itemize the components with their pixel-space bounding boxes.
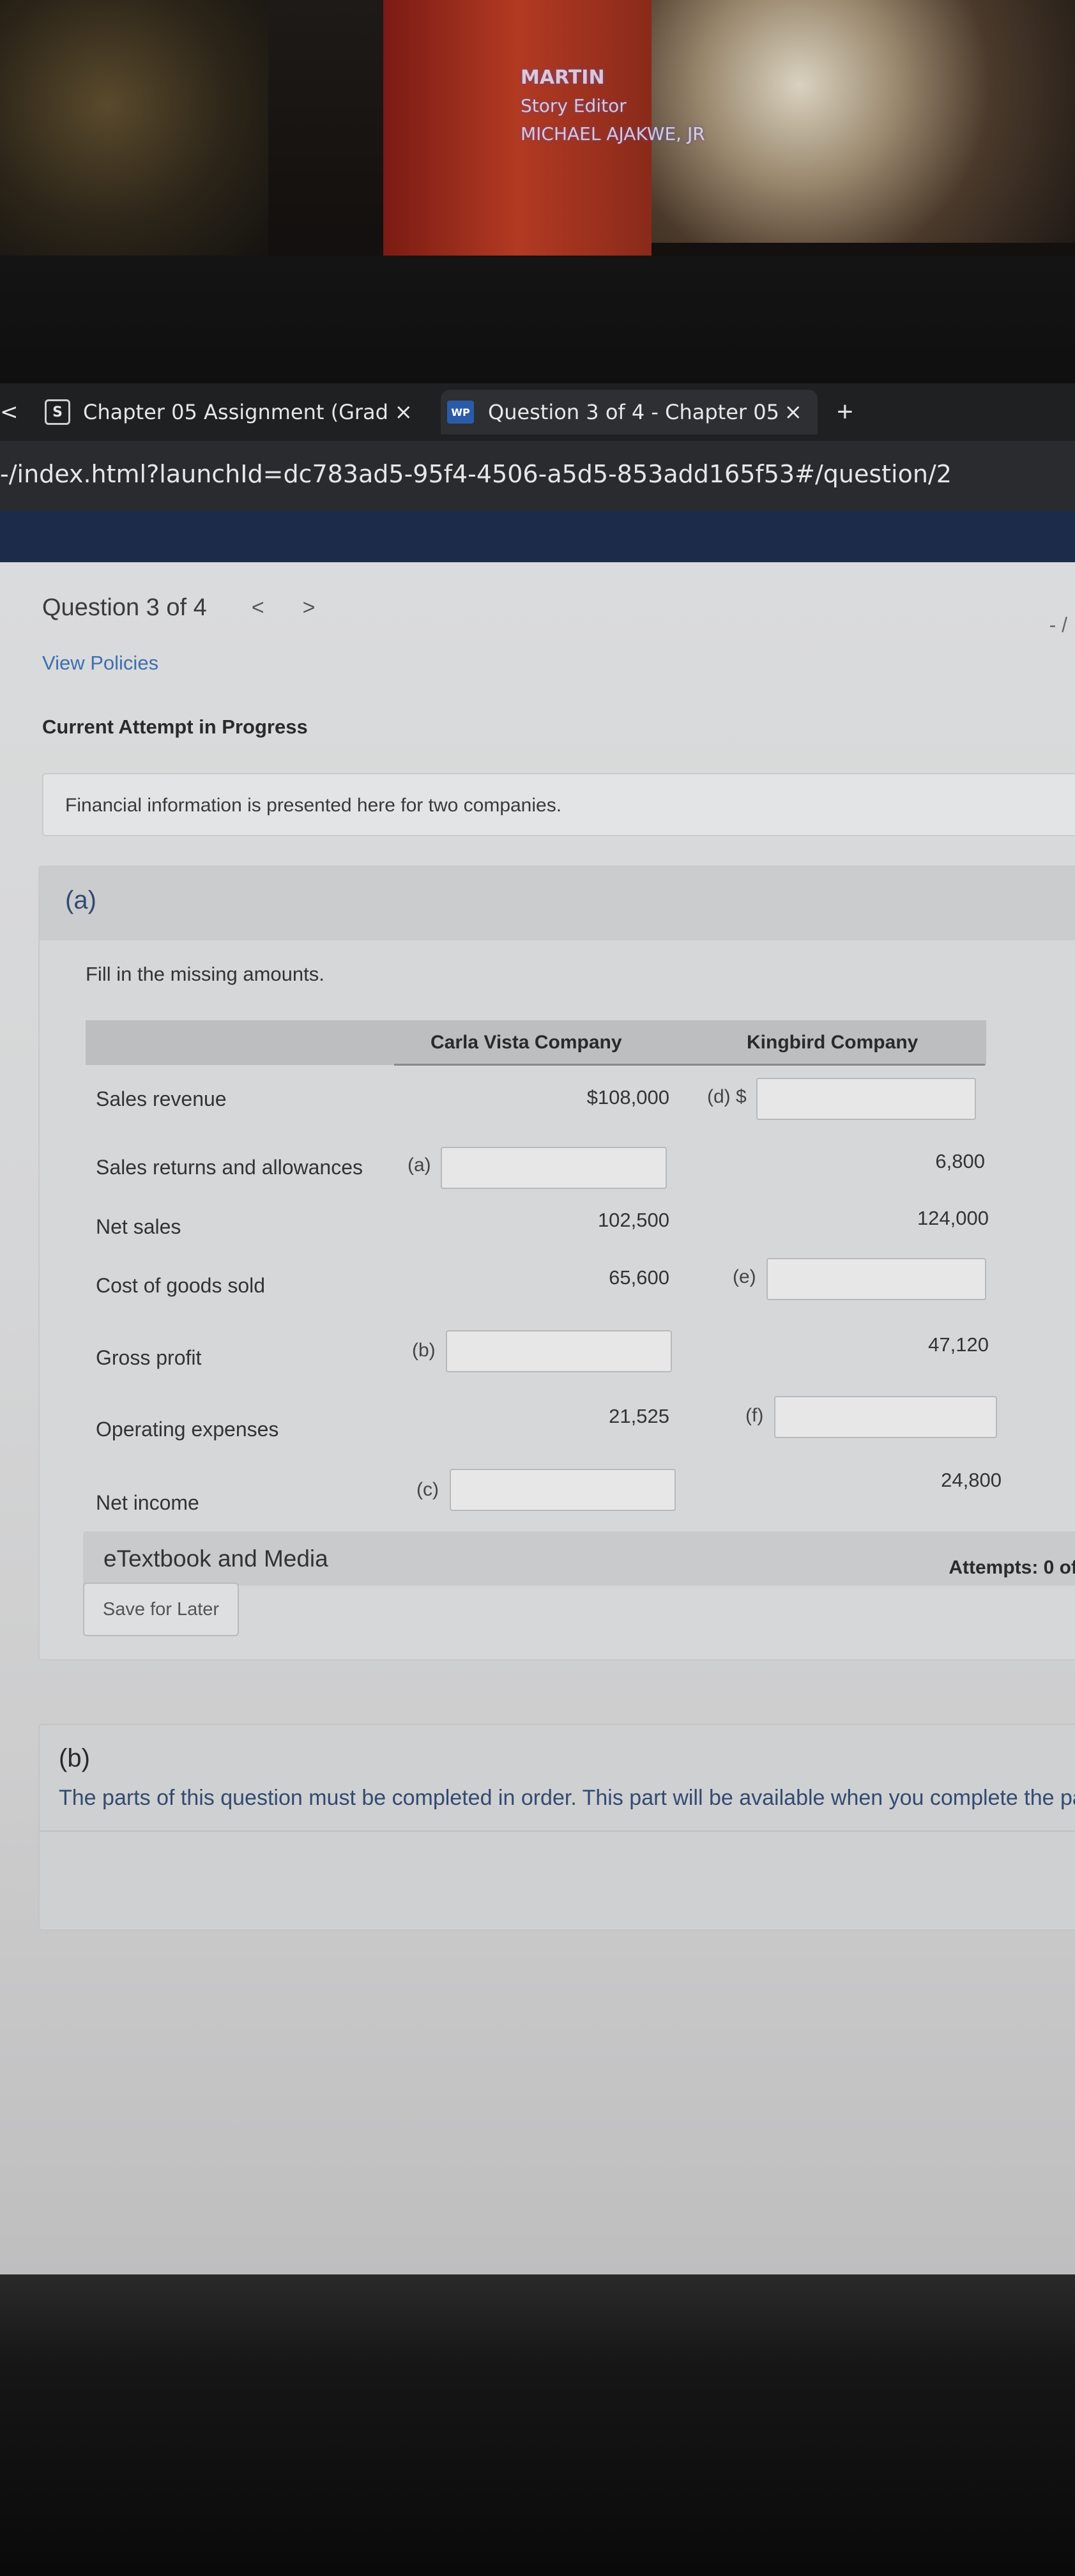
col-underline-carla [394, 1064, 701, 1066]
attempt-status: Current Attempt in Progress [42, 716, 308, 738]
tab-question[interactable]: WP Question 3 of 4 - Chapter 05 × [441, 390, 818, 434]
desk-surface [0, 2274, 1075, 2576]
row-label-sales-revenue: Sales revenue [96, 1087, 227, 1110]
close-icon[interactable]: × [784, 399, 803, 425]
monitor-bezel [0, 256, 1075, 390]
address-bar[interactable]: -/index.html?launchId=dc783ad5-95f4-4506… [0, 441, 1075, 515]
tab-chapter-assignment[interactable]: S Chapter 05 Assignment (Grad × [45, 390, 428, 434]
browser-tab-bar: < S Chapter 05 Assignment (Grad × WP Que… [0, 383, 1075, 441]
input-d-sales-revenue[interactable] [756, 1078, 976, 1120]
input-a-sales-returns[interactable] [441, 1147, 667, 1189]
save-for-later-button[interactable]: Save for Later [83, 1583, 239, 1636]
part-b-panel: (b) The parts of this question must be c… [38, 1724, 1075, 1931]
etextbook-label: eTextbook and Media [103, 1545, 328, 1572]
input-c-net-income[interactable] [450, 1469, 676, 1511]
input-label-b: (b) [412, 1340, 436, 1361]
prev-question-icon[interactable]: < [252, 595, 264, 620]
table-header: Carla Vista Company Kingbird Company [86, 1020, 986, 1065]
col-carla-vista: Carla Vista Company [431, 1032, 622, 1053]
wileyplus-icon: WP [447, 401, 474, 424]
tv-scene-left [0, 0, 268, 262]
input-e-cogs[interactable] [766, 1258, 986, 1300]
tv-scene-art [652, 0, 1075, 243]
row-label-net-income: Net income [96, 1491, 199, 1514]
input-label-c: (c) [416, 1479, 439, 1500]
input-label-f: (f) [745, 1405, 764, 1426]
next-question-icon[interactable]: > [303, 595, 316, 620]
info-text: Financial information is presented here … [65, 795, 562, 816]
tv-credits: MARTIN Story Editor MICHAEL AJAKWE, JR [521, 64, 705, 148]
tab-label: Question 3 of 4 - Chapter 05 [488, 400, 779, 424]
kingbird-net-income: 24,800 [941, 1469, 1002, 1491]
view-policies-link[interactable]: View Policies [42, 652, 158, 675]
part-a-panel: (a) Fill in the missing amounts. Carla V… [38, 866, 1075, 1660]
s-logo-icon: S [45, 399, 70, 425]
part-a-header: (a) [40, 867, 1075, 940]
col-underline-kingbird [698, 1064, 985, 1066]
question-number: Question 3 of 4 [42, 594, 207, 621]
close-icon[interactable]: × [395, 399, 413, 425]
input-label-a: (a) [408, 1154, 431, 1176]
input-label-d: (d) $ [707, 1086, 747, 1107]
kingbird-net-sales: 124,000 [917, 1207, 989, 1229]
kingbird-sales-returns: 6,800 [935, 1150, 985, 1172]
credit-line-2: Story Editor [521, 95, 627, 116]
attempts-counter: Attempts: 0 of 3 [949, 1557, 1075, 1578]
input-label-e: (e) [733, 1266, 756, 1287]
input-b-gross-profit[interactable] [446, 1330, 672, 1372]
credit-line-3: MICHAEL AJAKWE, JR [521, 123, 705, 144]
new-tab-icon[interactable]: + [837, 396, 853, 428]
tab-scroll-left-icon[interactable]: < [0, 390, 19, 434]
row-label-net-sales: Net sales [96, 1215, 181, 1238]
part-b-label: (b) [59, 1744, 90, 1772]
input-f-operating-expenses[interactable] [774, 1396, 997, 1438]
instruction: Fill in the missing amounts. [86, 963, 324, 985]
question-page: Question 3 of 4 < > - / View Policies Cu… [0, 562, 1075, 2281]
score-marker: - / [1049, 613, 1067, 636]
carla-net-sales: 102,500 [597, 1209, 669, 1231]
kingbird-gross-profit: 47,120 [928, 1333, 989, 1356]
part-b-divider [40, 1830, 1075, 1832]
question-info-box: Financial information is presented here … [42, 773, 1075, 836]
carla-sales-revenue: $108,000 [586, 1086, 669, 1108]
url-text[interactable]: -/index.html?launchId=dc783ad5-95f4-4506… [0, 460, 952, 488]
row-label-cogs: Cost of goods sold [96, 1274, 266, 1297]
part-b-locked-message: The parts of this question must be compl… [59, 1786, 1075, 1810]
part-a-label: (a) [65, 886, 96, 914]
carla-operating-expenses: 21,525 [609, 1405, 669, 1427]
credit-line-1: MARTIN [521, 66, 605, 89]
col-kingbird: Kingbird Company [747, 1032, 919, 1053]
row-label-operating-expenses: Operating expenses [96, 1418, 279, 1441]
etextbook-media-bar[interactable]: eTextbook and Media [83, 1531, 1075, 1586]
tab-label: Chapter 05 Assignment (Grad [83, 400, 388, 424]
row-label-sales-returns: Sales returns and allowances [96, 1156, 363, 1179]
row-label-gross-profit: Gross profit [96, 1346, 202, 1369]
question-header: Question 3 of 4 < > [42, 594, 315, 622]
carla-cogs: 65,600 [609, 1266, 669, 1289]
